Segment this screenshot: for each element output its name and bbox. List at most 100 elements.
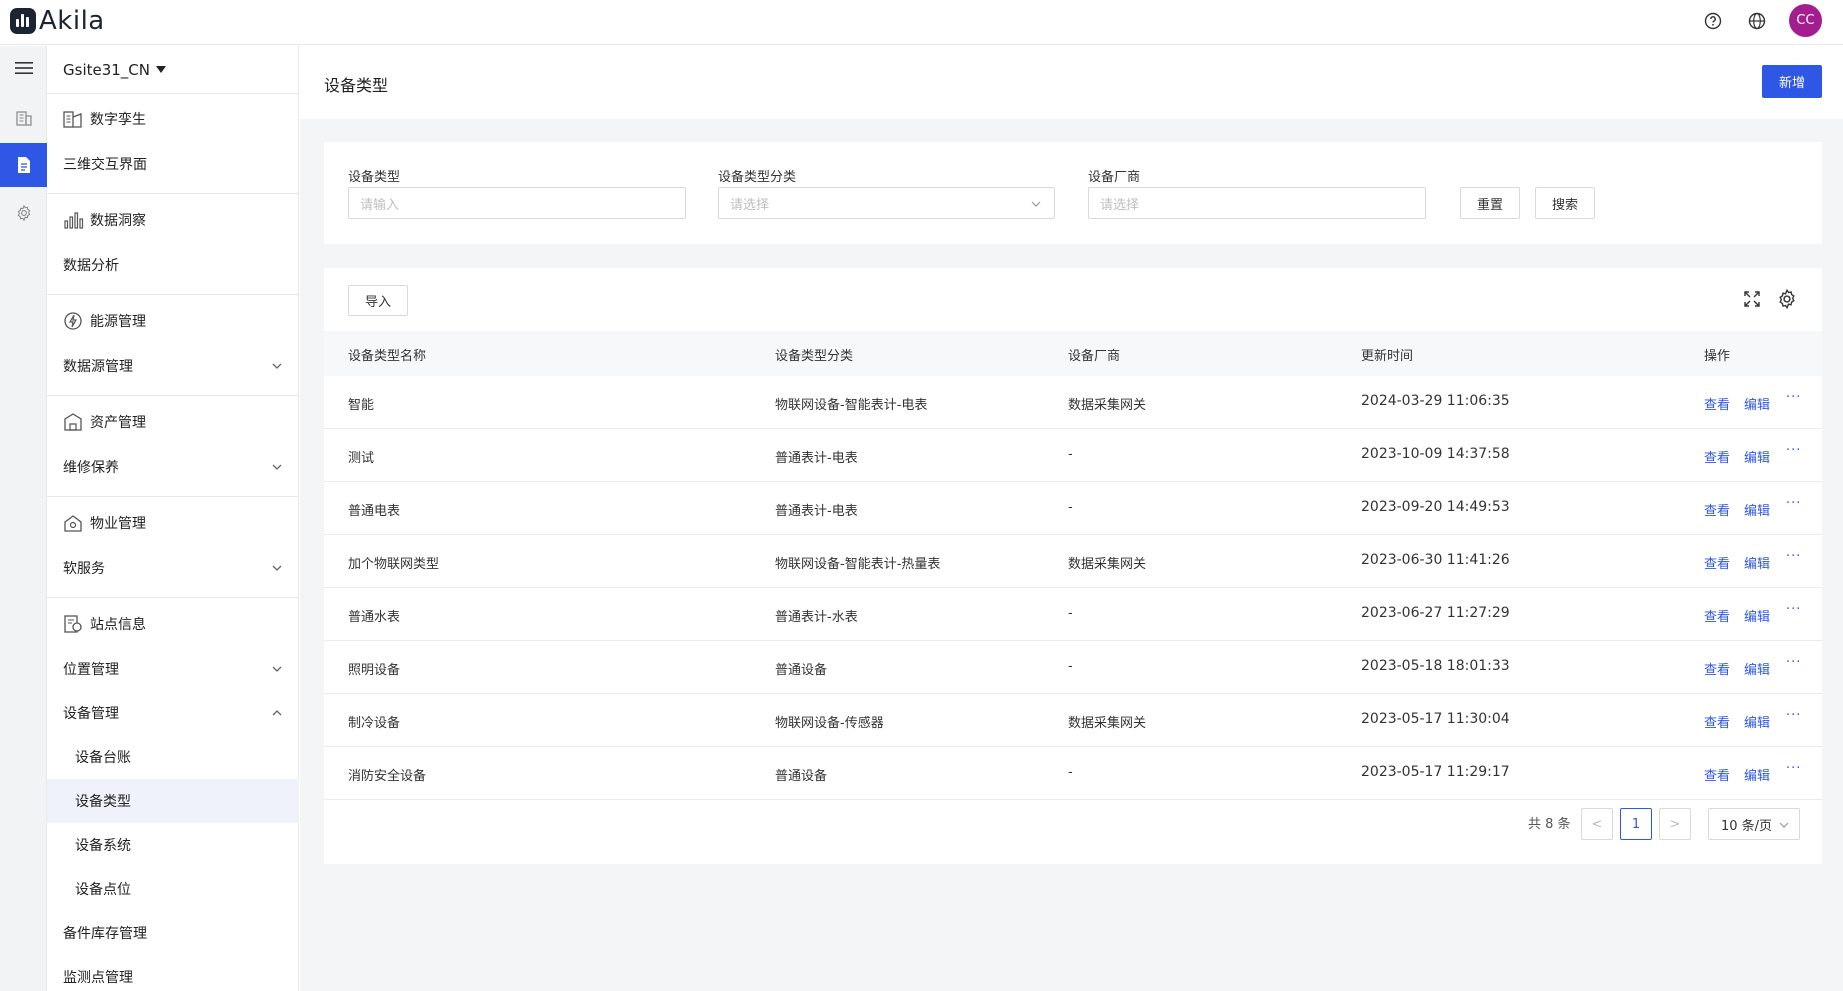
view-link[interactable]: 查看 xyxy=(1704,712,1730,731)
nav-item-data-analysis[interactable]: 数据分析 xyxy=(47,243,299,287)
cell-name: 消防安全设备 xyxy=(348,769,427,784)
nav-item-location[interactable]: 位置管理 xyxy=(47,647,299,691)
help-icon[interactable] xyxy=(1703,11,1723,31)
brand-logo[interactable]: Akila xyxy=(10,8,105,34)
nav-group-asset[interactable]: 资产管理 xyxy=(47,400,299,444)
reset-button[interactable]: 重置 xyxy=(1460,187,1520,219)
nav-group-property[interactable]: 物业管理 xyxy=(47,501,299,545)
site-selector[interactable]: Gsite31_CN xyxy=(47,46,299,94)
chevron-down-icon xyxy=(1779,822,1789,828)
cell-updated: 2023-10-09 14:37:58 xyxy=(1361,446,1510,462)
icon-rail xyxy=(0,46,47,991)
nav-sub-device-system[interactable]: 设备系统 xyxy=(47,823,299,867)
cell-category: 普通设备 xyxy=(775,663,828,678)
nav-group-energy[interactable]: 能源管理 xyxy=(47,299,299,343)
nav-item-monitor-point[interactable]: 监测点管理 xyxy=(47,955,299,991)
rail-building[interactable] xyxy=(0,96,47,140)
col-updated-header: 更新时间 xyxy=(1361,349,1414,364)
nav-item-datasource[interactable]: 数据源管理 xyxy=(47,344,299,388)
edit-link[interactable]: 编辑 xyxy=(1744,659,1770,678)
table-header: 设备类型名称 设备类型分类 设备厂商 更新时间 操作 xyxy=(324,331,1822,376)
more-actions-button[interactable]: ··· xyxy=(1786,761,1801,776)
rail-document[interactable] xyxy=(0,143,47,187)
view-link[interactable]: 查看 xyxy=(1704,500,1730,519)
category-label: 设备类型分类 xyxy=(718,170,797,185)
more-actions-button[interactable]: ··· xyxy=(1786,655,1801,670)
nav-item-device-management[interactable]: 设备管理 xyxy=(47,691,299,735)
cell-updated: 2023-05-18 18:01:33 xyxy=(1361,658,1510,674)
cell-name: 照明设备 xyxy=(348,663,401,678)
vendor-select[interactable]: 请选择 xyxy=(1088,187,1426,219)
cell-updated: 2023-05-17 11:29:17 xyxy=(1361,764,1510,780)
col-vendor-header: 设备厂商 xyxy=(1068,349,1121,364)
view-link[interactable]: 查看 xyxy=(1704,394,1730,413)
table-row: 加个物联网类型 物联网设备-智能表计-热量表 数据采集网关 2023-06-30 11… xyxy=(324,535,1822,588)
nav-sub-device-point[interactable]: 设备点位 xyxy=(47,867,299,911)
category-placeholder: 请选择 xyxy=(730,197,770,213)
more-actions-button[interactable]: ··· xyxy=(1786,390,1801,405)
nav-item-spare-parts[interactable]: 备件库存管理 xyxy=(47,911,299,955)
nav-group-site-info[interactable]: 站点信息 xyxy=(47,602,299,646)
table-row: 普通水表 普通表计-水表 - 2023-06-27 11:27:29 查看 编辑 ··· xyxy=(324,588,1822,641)
chevron-down-icon xyxy=(272,666,282,672)
category-select[interactable]: 请选择 xyxy=(718,187,1055,219)
more-actions-button[interactable]: ··· xyxy=(1786,443,1801,458)
edit-link[interactable]: 编辑 xyxy=(1744,553,1770,572)
cell-updated: 2023-09-20 14:49:53 xyxy=(1361,499,1510,515)
table-row: 制冷设备 物联网设备-传感器 数据采集网关 2023-05-17 11:30:04 查看… xyxy=(324,694,1822,747)
nav-item-soft-service[interactable]: 软服务 xyxy=(47,546,299,590)
more-actions-button[interactable]: ··· xyxy=(1786,496,1801,511)
edit-link[interactable]: 编辑 xyxy=(1744,500,1770,519)
rail-settings[interactable] xyxy=(0,191,47,235)
page-1-button[interactable]: 1 xyxy=(1620,808,1652,840)
cell-category: 普通表计-电表 xyxy=(775,504,858,519)
page-header: 设备类型 新增 xyxy=(300,46,1843,119)
edit-link[interactable]: 编辑 xyxy=(1744,765,1770,784)
table-panel: 导入 设备类型名称 设备类型分类 设备厂商 更新时间 操作 智能 物联网设备-智能… xyxy=(324,268,1822,864)
nav-group-digital-twin[interactable]: 数字孪生 xyxy=(47,97,299,141)
view-link[interactable]: 查看 xyxy=(1704,606,1730,625)
nav-item-3d-interface[interactable]: 三维交互界面 xyxy=(47,142,299,186)
column-settings-icon[interactable] xyxy=(1776,288,1798,310)
import-button[interactable]: 导入 xyxy=(348,285,408,316)
cell-vendor: - xyxy=(1068,500,1073,515)
edit-link[interactable]: 编辑 xyxy=(1744,606,1770,625)
page-size-value: 10 条/页 xyxy=(1721,818,1773,834)
more-actions-button[interactable]: ··· xyxy=(1786,602,1801,617)
building-icon xyxy=(15,111,32,126)
globe-icon[interactable] xyxy=(1747,11,1767,31)
view-link[interactable]: 查看 xyxy=(1704,447,1730,466)
more-actions-button[interactable]: ··· xyxy=(1786,708,1801,723)
nav-item-label: 数据分析 xyxy=(63,258,119,274)
view-link[interactable]: 查看 xyxy=(1704,659,1730,678)
edit-link[interactable]: 编辑 xyxy=(1744,394,1770,413)
document-icon xyxy=(17,157,30,173)
prev-page-button[interactable]: < xyxy=(1581,808,1613,840)
view-link[interactable]: 查看 xyxy=(1704,553,1730,572)
nav-item-label: 三维交互界面 xyxy=(63,157,147,173)
nav-sub-device-ledger[interactable]: 设备台账 xyxy=(47,735,299,779)
fullscreen-icon[interactable] xyxy=(1741,288,1763,310)
nav-item-label: 位置管理 xyxy=(63,662,119,678)
nav-group-label: 物业管理 xyxy=(90,516,146,532)
view-link[interactable]: 查看 xyxy=(1704,765,1730,784)
add-button[interactable]: 新增 xyxy=(1762,65,1822,98)
page-size-select[interactable]: 10 条/页 xyxy=(1708,808,1800,840)
edit-link[interactable]: 编辑 xyxy=(1744,447,1770,466)
nav-group-label: 数字孪生 xyxy=(90,112,146,128)
nav-sub-device-type[interactable]: 设备类型 xyxy=(47,779,299,823)
chevron-down-icon xyxy=(272,565,282,571)
search-button[interactable]: 搜索 xyxy=(1535,187,1595,219)
nav-item-label: 设备类型 xyxy=(75,794,131,810)
user-avatar[interactable]: CC xyxy=(1789,4,1822,37)
more-actions-button[interactable]: ··· xyxy=(1786,549,1801,564)
nav-item-maintenance[interactable]: 维修保养 xyxy=(47,445,299,489)
device-type-input[interactable]: 请输入 xyxy=(348,187,686,219)
nav-group-data-insight[interactable]: 数据洞察 xyxy=(47,198,299,242)
menu-toggle[interactable] xyxy=(0,46,47,90)
pagination-total: 共 8 条 xyxy=(1528,817,1571,832)
next-page-button[interactable]: > xyxy=(1659,808,1691,840)
cell-updated: 2024-03-29 11:06:35 xyxy=(1361,393,1510,409)
edit-link[interactable]: 编辑 xyxy=(1744,712,1770,731)
nav-item-label: 备件库存管理 xyxy=(63,926,147,942)
